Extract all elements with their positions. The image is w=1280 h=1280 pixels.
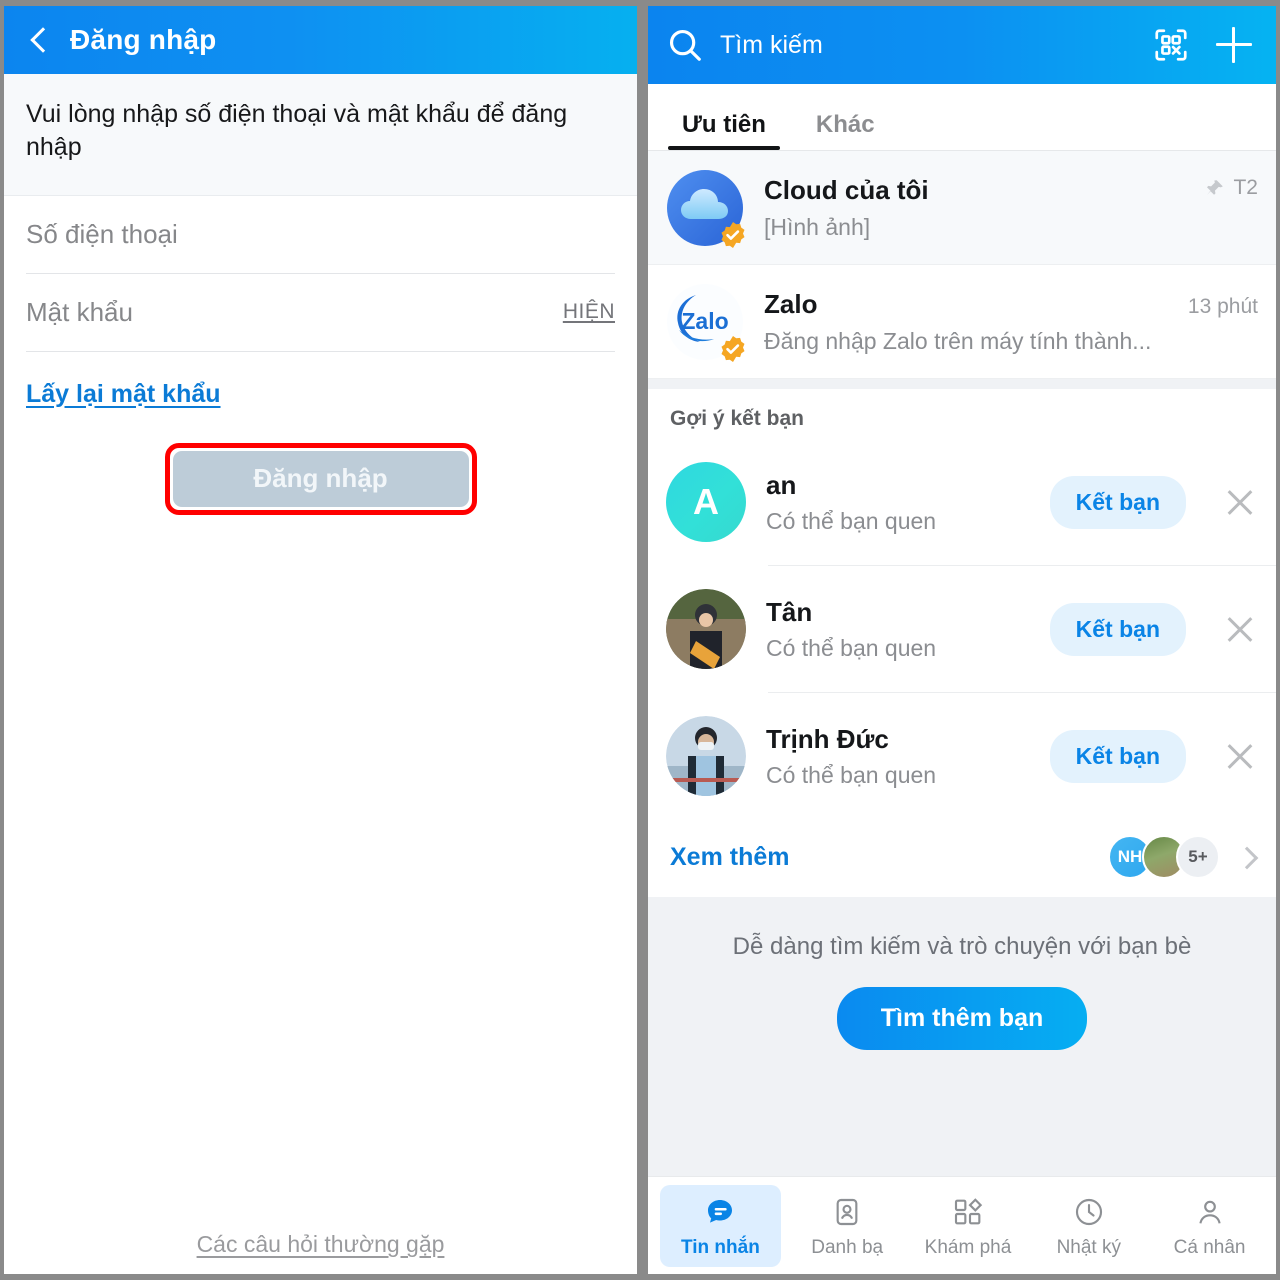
discover-grid-icon	[949, 1193, 987, 1231]
pin-icon	[1207, 179, 1224, 195]
bottom-navigation: Tin nhắn Danh bạ Khám phá Nhật ký Cá nhâ…	[648, 1176, 1276, 1274]
zalo-logo-icon: Zalo	[666, 283, 746, 362]
promo-section: Dễ dàng tìm kiếm và trò chuyện với bạn b…	[648, 897, 1276, 1176]
password-field-row[interactable]: Mật khẩu HIỆN	[26, 274, 615, 352]
back-chevron-icon[interactable]	[26, 27, 52, 53]
chat-list-item-zalo[interactable]: Zalo Zalo 13 phút Đăng nhập Zalo trên má…	[648, 265, 1276, 379]
cloud-icon	[666, 169, 746, 248]
chat-list-item-cloud[interactable]: Cloud của tôi T2 [Hình ảnh]	[648, 151, 1276, 265]
page-title: Đăng nhập	[70, 24, 217, 55]
suggestion-content: Trịnh Đức Có thể bạn quen	[766, 724, 1030, 789]
dual-screenshot-container: Đăng nhập Vui lòng nhập số điện thoại và…	[0, 0, 1280, 1280]
suggestion-content: an Có thể bạn quen	[766, 470, 1030, 535]
see-more-label: Xem thêm	[670, 842, 790, 871]
chat-name: Cloud của tôi	[764, 174, 929, 205]
nav-label: Danh bạ	[811, 1236, 884, 1258]
suggestion-name: an	[766, 469, 797, 500]
qr-code-icon[interactable]	[1152, 26, 1190, 64]
avatar	[666, 716, 746, 796]
search-icon[interactable]	[666, 26, 704, 64]
suggestion-subtitle: Có thể bạn quen	[766, 634, 937, 661]
add-friend-button[interactable]: Kết bạn	[1049, 729, 1186, 783]
svg-text:Zalo: Zalo	[681, 308, 728, 334]
add-friend-button[interactable]: Kết bạn	[1049, 602, 1186, 656]
nav-label: Tin nhắn	[680, 1236, 760, 1258]
chat-preview: [Hình ảnh]	[764, 213, 871, 240]
suggestion-name: Trịnh Đức	[766, 723, 889, 754]
login-submit-button[interactable]: Đăng nhập	[172, 450, 469, 507]
section-divider	[648, 379, 1276, 389]
nav-item-ca-nhan[interactable]: Cá nhân	[1149, 1185, 1270, 1267]
promo-text: Dễ dàng tìm kiếm và trò chuyện với bạn b…	[732, 933, 1192, 960]
login-screen: Đăng nhập Vui lòng nhập số điện thoại và…	[4, 6, 637, 1274]
tab-uu-tien[interactable]: Ưu tiên	[668, 111, 780, 150]
nav-item-nhat-ky[interactable]: Nhật ký	[1028, 1185, 1149, 1267]
chat-meta: T2	[1204, 176, 1258, 200]
chat-name: Zalo	[764, 288, 818, 319]
login-instruction: Vui lòng nhập số điện thoại và mật khẩu …	[4, 74, 637, 196]
chat-time: 13 phút	[1187, 294, 1258, 318]
nav-label: Cá nhân	[1173, 1236, 1246, 1258]
close-icon[interactable]	[1220, 736, 1260, 776]
chat-content: Cloud của tôi T2 [Hình ảnh]	[764, 175, 1258, 241]
suggestion-name: Tân	[766, 596, 813, 627]
suggestion-subtitle: Có thể bạn quen	[766, 761, 937, 788]
nav-item-tin-nhan[interactable]: Tin nhắn	[660, 1184, 781, 1267]
phone-field-row[interactable]: Số điện thoại	[26, 196, 615, 274]
chat-content: Zalo 13 phút Đăng nhập Zalo trên máy tín…	[764, 289, 1258, 355]
avatar: A	[666, 462, 746, 542]
suggestion-content: Tân Có thể bạn quen	[766, 597, 1030, 662]
avatar-initial: A	[666, 462, 746, 542]
login-appbar: Đăng nhập	[4, 6, 637, 74]
contacts-icon	[828, 1193, 866, 1231]
avatar-overflow-count: 5+	[1176, 835, 1220, 879]
login-button-highlight-box: Đăng nhập	[164, 442, 477, 515]
search-input[interactable]: Tìm kiếm	[720, 31, 1152, 60]
chat-tabs: Ưu tiên Khác	[648, 84, 1276, 150]
verified-badge-icon	[720, 335, 746, 362]
find-more-friends-button[interactable]: Tìm thêm bạn	[836, 987, 1088, 1050]
suggestion-subtitle: Có thể bạn quen	[766, 507, 937, 534]
password-field-placeholder: Mật khẩu	[26, 296, 133, 327]
friend-suggestion-item[interactable]: Tân Có thể bạn quen Kết bạn	[648, 566, 1276, 692]
close-icon[interactable]	[1220, 482, 1260, 522]
messages-appbar: Tìm kiếm	[648, 6, 1276, 84]
plus-icon[interactable]	[1216, 27, 1252, 63]
nav-item-kham-pha[interactable]: Khám phá	[908, 1185, 1029, 1267]
faq-link[interactable]: Các câu hỏi thường gặp	[197, 1231, 445, 1257]
add-friend-button[interactable]: Kết bạn	[1049, 475, 1186, 529]
phone-field-placeholder: Số điện thoại	[26, 218, 178, 249]
chat-bubble-icon	[701, 1193, 739, 1231]
nav-item-danh-ba[interactable]: Danh bạ	[787, 1185, 908, 1267]
close-icon[interactable]	[1220, 609, 1260, 649]
nav-label: Nhật ký	[1056, 1236, 1121, 1258]
chat-preview: Đăng nhập Zalo trên máy tính thành...	[764, 327, 1152, 354]
login-button-area: Đăng nhập	[4, 442, 637, 515]
chat-time: T2	[1233, 176, 1258, 199]
verified-badge-icon	[720, 221, 746, 248]
person-icon	[1191, 1193, 1229, 1231]
avatar	[666, 589, 746, 669]
avatar-group: NH 5+	[1108, 835, 1260, 879]
friend-suggestion-item[interactable]: A an Có thể bạn quen Kết bạn	[648, 439, 1276, 565]
tab-khac[interactable]: Khác	[802, 111, 889, 150]
see-more-row[interactable]: Xem thêm NH 5+	[648, 819, 1276, 897]
login-footer: Các câu hỏi thường gặp	[4, 1231, 637, 1258]
nav-label: Khám phá	[924, 1236, 1012, 1258]
friend-suggestion-item[interactable]: Trịnh Đức Có thể bạn quen Kết bạn	[648, 693, 1276, 819]
chevron-right-icon[interactable]	[1234, 844, 1260, 870]
forgot-password-link[interactable]: Lấy lại mật khẩu	[26, 380, 221, 409]
suggestions-title: Gợi ý kết bạn	[670, 407, 804, 430]
show-password-button[interactable]: HIỆN	[563, 300, 615, 324]
clock-icon	[1070, 1193, 1108, 1231]
messages-screen: Tìm kiếm Ưu tiên Khác Cloud của tôi T2 […	[648, 6, 1276, 1274]
